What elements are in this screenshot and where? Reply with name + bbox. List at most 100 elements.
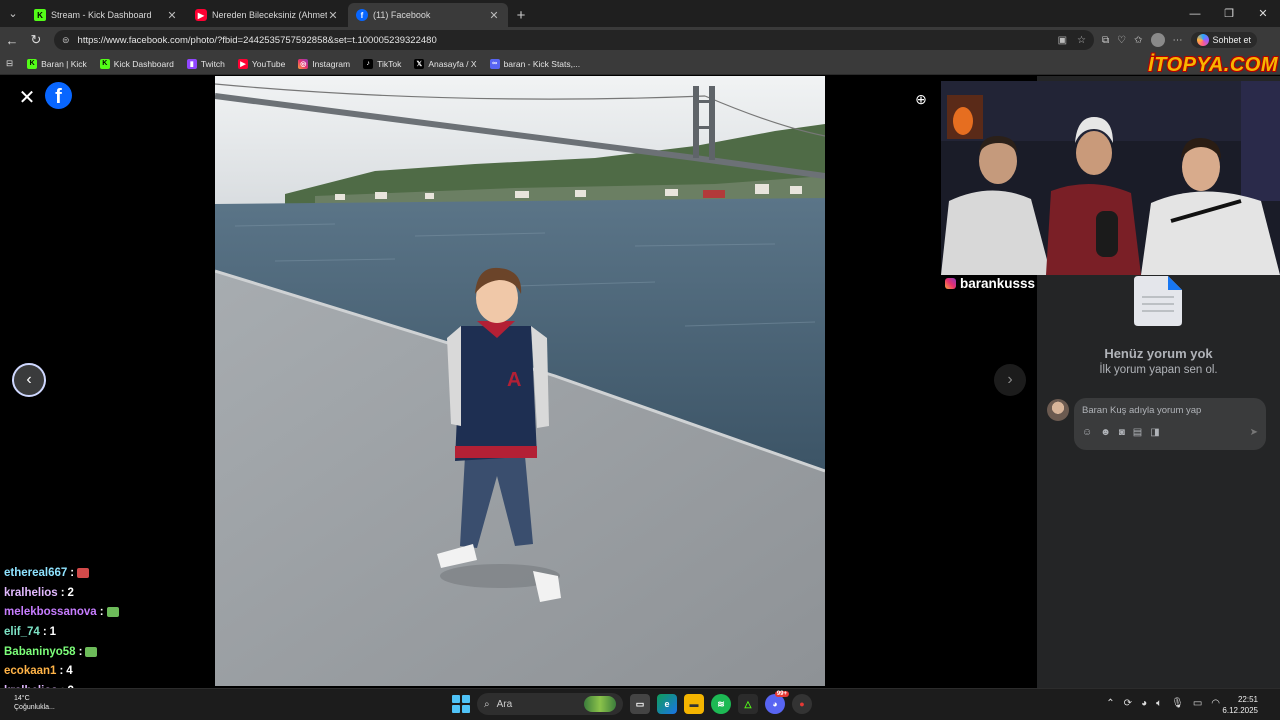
tab-title: Stream - Kick Dashboard <box>51 10 152 20</box>
spotify-icon[interactable]: ≋ <box>711 694 731 714</box>
chat-colon: : <box>99 606 104 619</box>
chevron-up-icon[interactable]: ⌃ <box>1106 698 1114 709</box>
emote-icon <box>85 646 98 657</box>
start-button[interactable] <box>452 695 470 713</box>
microphone-icon[interactable]: 🎙︎ <box>1171 698 1184 709</box>
avatar-sticker-icon[interactable]: ☺ <box>1082 427 1092 438</box>
reader-icon[interactable]: ▣ <box>1058 35 1067 46</box>
bookmark-tiktok[interactable]: ♪ TikTok <box>363 58 401 69</box>
emote-icon <box>106 607 119 618</box>
window-controls: — ❐ ✕ <box>1178 0 1280 27</box>
favorites-icon[interactable]: ✩ <box>1134 35 1142 46</box>
instagram-icon <box>945 278 956 289</box>
gif-icon[interactable]: ▤ <box>1133 427 1142 438</box>
tab-youtube[interactable]: ▶ Nereden Bileceksiniz (Ahmet Kaya) ✕ <box>187 3 347 27</box>
instagram-icon: ◎ <box>298 58 309 69</box>
chat-user: melekbossanova <box>4 606 97 619</box>
bookmark-label: Baran | Kick <box>41 58 87 69</box>
comment-input[interactable]: Baran Kuş adıyla yorum yap ☺ ☻ ◙ ▤ ◨ ➤ <box>1074 398 1266 450</box>
tab-list-icon[interactable]: ⌄ <box>0 0 26 27</box>
kick-icon: K <box>27 58 38 69</box>
extensions-icon[interactable]: ⧉ <box>1102 35 1109 46</box>
streaming-app-icon[interactable]: △ <box>738 694 758 714</box>
edge-icon[interactable]: e <box>657 694 677 714</box>
next-photo-button[interactable]: › <box>994 364 1026 396</box>
tab-actions-icon[interactable]: ⊟ <box>6 58 13 69</box>
bookmark-baran-kick[interactable]: K Baran | Kick <box>27 58 87 69</box>
svg-text:A: A <box>507 369 521 391</box>
chat-colon: : <box>59 665 64 678</box>
discord-icon[interactable]: ◕ 99+ <box>765 691 789 714</box>
weather-desc: Çoğunlukla... <box>14 704 55 711</box>
bookmark-x[interactable]: 𝕏 Anasayfa / X <box>414 58 477 69</box>
chat-text: 2 <box>67 586 74 599</box>
clock-date: 6.12.2025 <box>1222 706 1258 715</box>
bookmark-instagram[interactable]: ◎ Instagram <box>298 58 350 69</box>
copilot-chat-button[interactable]: Sohbet et <box>1190 32 1258 48</box>
bookmark-kick-stats[interactable]: ∞ baran - Kick Stats,... <box>489 58 580 69</box>
webcam-overlay <box>941 81 1280 275</box>
chat-message: Babaninyo58: <box>4 642 204 662</box>
volume-icon[interactable]: 🔈︎ <box>1156 698 1162 709</box>
browser-essentials-icon[interactable]: ♡ <box>1117 35 1126 46</box>
bookmark-kick-dashboard[interactable]: K Kick Dashboard <box>99 58 174 69</box>
restore-icon[interactable]: ❐ <box>1212 0 1246 27</box>
new-tab-icon[interactable]: + <box>509 3 533 27</box>
taskbar: 14°C Çoğunlukla... ⌕ Ara ▭ e ▬ ≋ △ ◕ 99+ … <box>0 688 1280 720</box>
close-tab-icon[interactable]: ✕ <box>327 9 339 22</box>
more-options-icon[interactable]: ⋯ <box>1173 35 1183 46</box>
tab-kick-dashboard[interactable]: K Stream - Kick Dashboard ✕ <box>26 3 186 27</box>
file-explorer-icon[interactable]: ▬ <box>684 694 704 714</box>
facebook-logo-icon[interactable]: f <box>45 82 72 109</box>
empty-comments-icon <box>1134 276 1182 326</box>
minimize-icon[interactable]: — <box>1178 0 1212 27</box>
chevron-right-icon: › <box>1007 371 1013 388</box>
sponsor-logo: İTOPYA.COM <box>1148 54 1278 76</box>
emoji-icon[interactable]: ☻ <box>1100 427 1111 438</box>
bookmark-label: Kick Dashboard <box>113 58 174 69</box>
camera-icon[interactable]: ◙ <box>1119 427 1125 438</box>
close-tab-icon[interactable]: ✕ <box>488 9 500 22</box>
task-view-icon[interactable]: ▭ <box>630 694 650 714</box>
webcam-feed <box>941 81 1280 275</box>
taskbar-search[interactable]: ⌕ Ara <box>477 693 623 715</box>
notification-badge: 99+ <box>774 691 789 697</box>
search-icon: ⌕ <box>484 698 490 710</box>
weather-widget[interactable]: 14°C Çoğunlukla... <box>14 694 55 712</box>
bookmark-label: Twitch <box>200 58 225 69</box>
sticker-icon[interactable]: ◨ <box>1150 427 1159 438</box>
send-icon[interactable]: ➤ <box>1250 427 1258 438</box>
chat-message: ethereal667: <box>4 563 204 583</box>
previous-photo-button[interactable]: ‹ <box>12 363 46 397</box>
close-window-icon[interactable]: ✕ <box>1246 0 1280 27</box>
screen: ⌄ K Stream - Kick Dashboard ✕ ▶ Nereden … <box>0 0 1280 720</box>
profile-avatar[interactable] <box>1150 33 1165 47</box>
clock[interactable]: 22:51 6.12.2025 <box>1222 694 1258 716</box>
display-icon[interactable]: ▭ <box>1193 698 1202 709</box>
tab-strip: ⌄ K Stream - Kick Dashboard ✕ ▶ Nereden … <box>0 0 1280 27</box>
favorite-star-icon[interactable]: ☆ <box>1077 35 1086 46</box>
bookmark-label: Anasayfa / X <box>428 58 477 69</box>
record-app-icon[interactable]: ● <box>792 694 812 714</box>
chat-user: elif_74 <box>4 625 40 638</box>
emote-icon <box>77 567 90 578</box>
close-viewer-icon[interactable]: ✕ <box>16 86 38 109</box>
tab-facebook[interactable]: f (11) Facebook ✕ <box>348 3 508 27</box>
chat-text: 1 <box>49 625 57 638</box>
avatar[interactable] <box>1047 399 1069 421</box>
bookmark-youtube[interactable]: ▶ YouTube <box>237 58 286 69</box>
stats-icon: ∞ <box>489 58 500 69</box>
chat-text: 4 <box>66 665 73 678</box>
discord-tray-icon[interactable]: ◕ <box>1141 698 1147 709</box>
bookmark-twitch[interactable]: ▮ Twitch <box>186 58 225 69</box>
bookmark-label: YouTube <box>251 58 286 69</box>
close-tab-icon[interactable]: ✕ <box>166 9 178 22</box>
sync-icon[interactable]: ⟳ <box>1124 698 1132 709</box>
zoom-in-icon[interactable]: ⊕ <box>911 89 931 109</box>
refresh-icon[interactable]: ↻ <box>24 28 48 52</box>
back-icon[interactable]: ← <box>0 28 24 52</box>
address-bar[interactable]: ⊜ https://www.facebook.com/photo/?fbid=2… <box>54 30 1094 50</box>
site-info-icon[interactable]: ⊜ <box>62 35 70 46</box>
wifi-icon[interactable]: ◠ <box>1211 698 1220 709</box>
chat-colon: : <box>78 645 83 658</box>
